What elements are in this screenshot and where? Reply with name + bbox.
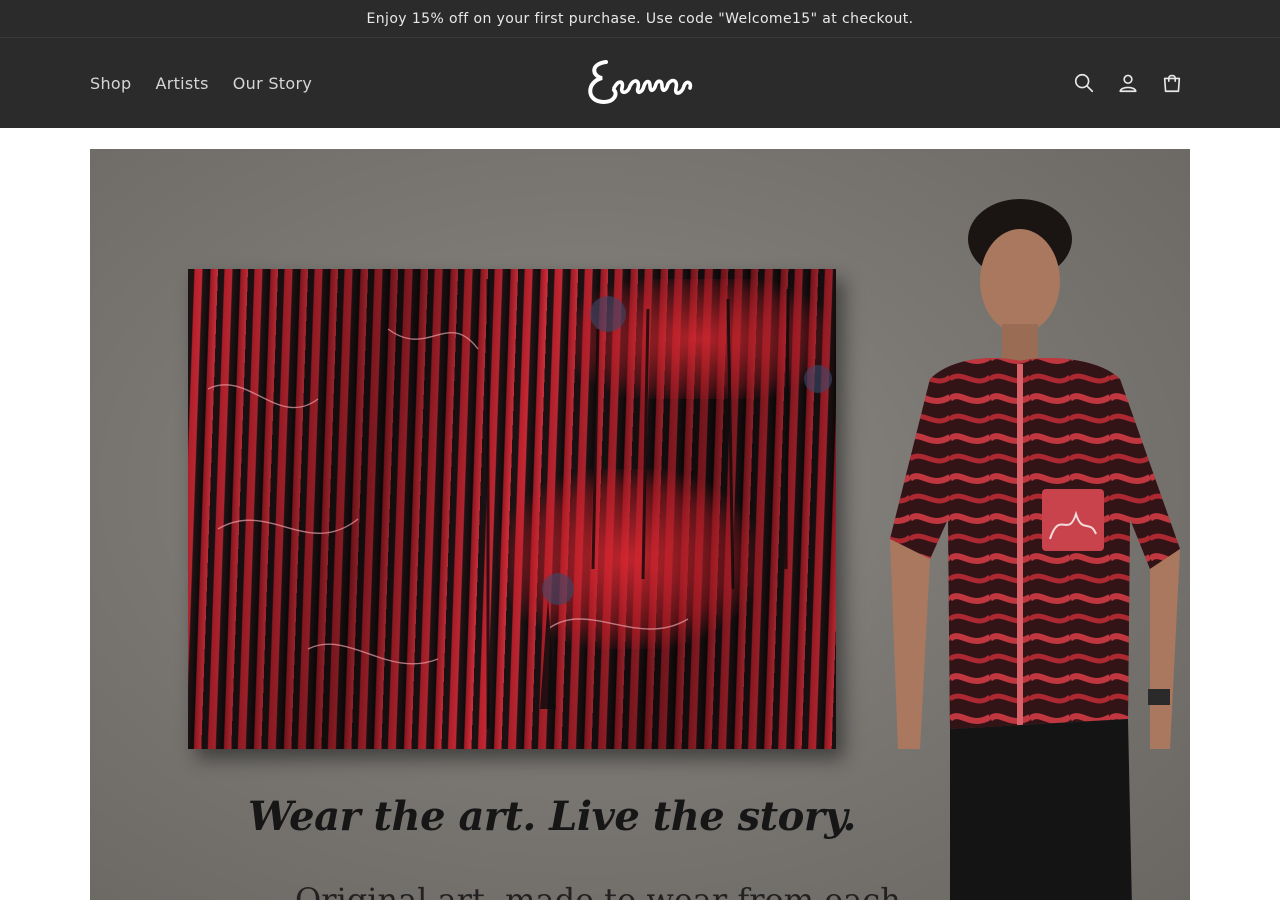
header-actions <box>1072 38 1184 128</box>
hero-painting-image <box>188 269 836 749</box>
brand-logo-mark <box>588 60 693 105</box>
nav-item-shop[interactable]: Shop <box>90 74 131 93</box>
cart-icon[interactable] <box>1160 71 1184 95</box>
site-header: Shop Artists Our Story <box>0 38 1280 128</box>
painting-strokes <box>207 279 832 729</box>
nav-item-artists[interactable]: Artists <box>155 74 208 93</box>
nav-item-our-story[interactable]: Our Story <box>233 74 312 93</box>
announcement-bar: Enjoy 15% off on your first purchase. Us… <box>0 0 1280 38</box>
hero-model-image <box>890 199 1180 900</box>
search-icon[interactable] <box>1072 71 1096 95</box>
announcement-text: Enjoy 15% off on your first purchase. Us… <box>366 10 914 27</box>
main-nav: Shop Artists Our Story <box>90 38 312 128</box>
hero-subline: Original art, made to wear from each <box>295 884 901 900</box>
account-icon[interactable] <box>1116 71 1140 95</box>
hero-tagline: Wear the art. Live the story. <box>248 793 856 840</box>
brand-logo[interactable] <box>584 54 696 125</box>
hero-banner[interactable]: Wear the art. Live the story. Original a… <box>90 149 1190 900</box>
